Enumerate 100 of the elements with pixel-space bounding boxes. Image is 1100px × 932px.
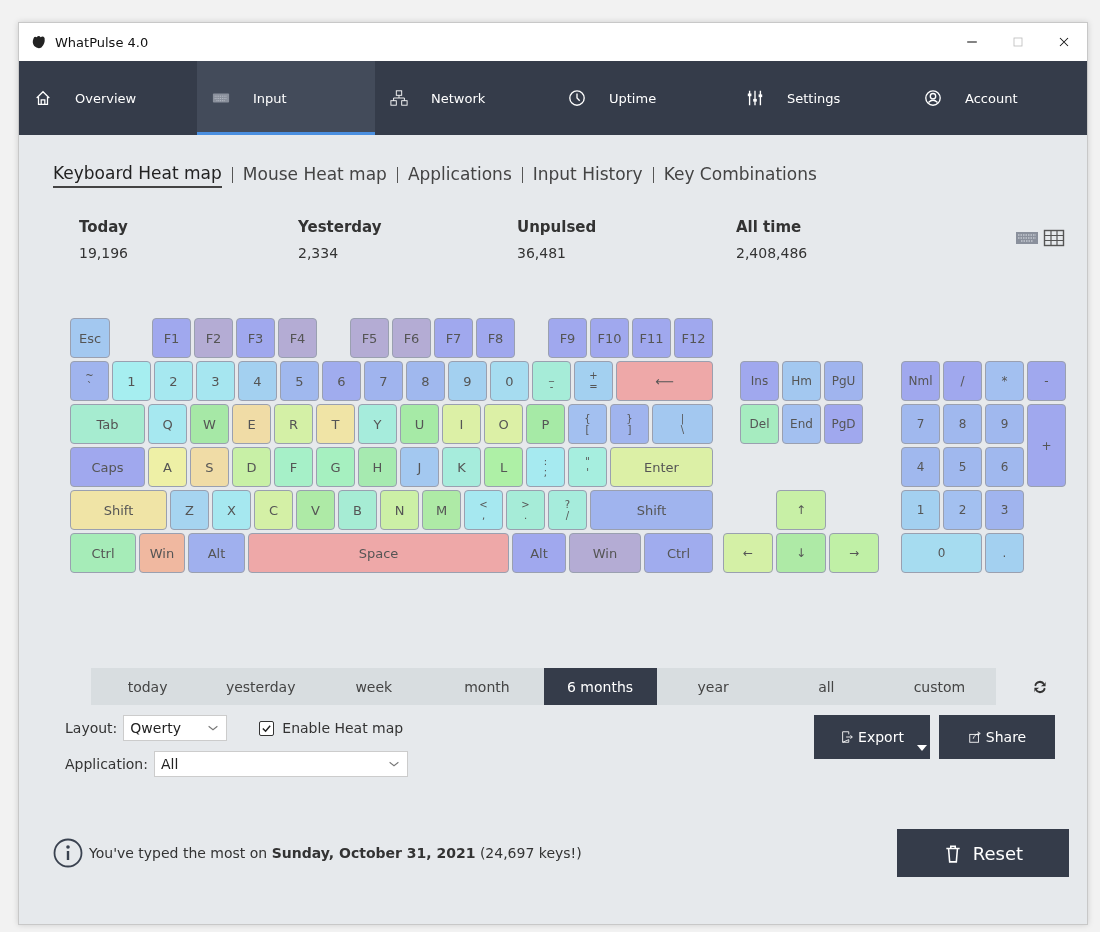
range-tab[interactable]: 6 months <box>543 668 657 705</box>
keyboard-key: C <box>254 490 293 530</box>
keyboard-key: < , <box>464 490 503 530</box>
keyboard-key: + <box>1027 404 1066 487</box>
keyboard-key: F3 <box>236 318 275 358</box>
reset-button[interactable]: Reset <box>897 829 1069 877</box>
nav-tab[interactable]: Settings <box>731 61 909 135</box>
keyboard-key: Q <box>148 404 187 444</box>
keyboard-key: End <box>782 404 821 444</box>
keyboard-key: 8 <box>943 404 982 444</box>
stat-value: 36,481 <box>517 245 567 261</box>
share-icon <box>967 730 982 744</box>
caret-icon <box>917 745 927 751</box>
sub-tab[interactable]: Mouse Heat map <box>242 162 387 187</box>
keyboard-key: S <box>190 447 229 487</box>
sub-tab[interactable]: Keyboard Heat map <box>53 161 222 188</box>
field-label: Application: <box>65 756 148 772</box>
range-tab[interactable]: today <box>91 668 205 705</box>
keyboard-key: - <box>1027 361 1066 401</box>
range-tab[interactable]: year <box>656 668 770 705</box>
sub-tab[interactable]: Input History <box>532 162 643 187</box>
keyboard-key: 5 <box>943 447 982 487</box>
keyboard-key: 6 <box>322 361 361 401</box>
keyboard-key: Enter <box>610 447 713 487</box>
table-view-icon[interactable] <box>1043 228 1065 248</box>
keyboard-key: PgU <box>824 361 863 401</box>
export-button[interactable]: Export <box>814 715 930 759</box>
keyboard-key: 3 <box>196 361 235 401</box>
user-icon <box>923 89 943 107</box>
keyboard-key: _ - <box>532 361 571 401</box>
keyboard-key: F7 <box>434 318 473 358</box>
keyboard-key: ← <box>723 533 773 573</box>
checkbox-label: Enable Heat map <box>282 720 404 736</box>
keyboard-key: X <box>212 490 251 530</box>
keyboard-key: 2 <box>943 490 982 530</box>
stat-label: All time <box>736 218 803 236</box>
range-tab[interactable]: yesterday <box>204 668 318 705</box>
share-button[interactable]: Share <box>939 715 1055 759</box>
keyboard-key: 4 <box>238 361 277 401</box>
keyboard-key: Y <box>358 404 397 444</box>
range-tab[interactable]: custom <box>882 668 996 705</box>
nav-tab[interactable]: Overview <box>19 61 197 135</box>
keyboard-key: / <box>943 361 982 401</box>
keyboard-key: ↓ <box>776 533 826 573</box>
keyboard-key: I <box>442 404 481 444</box>
keyboard-key: Del <box>740 404 779 444</box>
range-tab[interactable]: all <box>769 668 883 705</box>
keyboard-key: " ' <box>568 447 607 487</box>
keyboard-key: 1 <box>112 361 151 401</box>
keyboard-key: → <box>829 533 879 573</box>
stat-label: Unpulsed <box>517 218 598 236</box>
keyboard-key: T <box>316 404 355 444</box>
dropdown[interactable]: Qwerty <box>123 715 228 741</box>
range-tab[interactable]: week <box>317 668 431 705</box>
stat-value: 19,196 <box>79 245 129 261</box>
keyboard-key: R <box>274 404 313 444</box>
sub-tab[interactable]: Applications <box>407 162 512 187</box>
keyboard-key: ↑ <box>776 490 826 530</box>
keyboard-key: F10 <box>590 318 629 358</box>
home-icon <box>33 89 53 107</box>
keyboard-key: 9 <box>985 404 1024 444</box>
nav-tab[interactable]: Uptime <box>553 61 731 135</box>
keyboard-key: Shift <box>70 490 167 530</box>
range-tab[interactable]: month <box>430 668 544 705</box>
nav-tab[interactable]: Network <box>375 61 553 135</box>
keyboard-key: ⟵ <box>616 361 713 401</box>
window-title: WhatPulse 4.0 <box>55 34 150 50</box>
field-label: Layout: <box>65 720 118 736</box>
keyboard-key: Nml <box>901 361 940 401</box>
keyboard-key: Alt <box>188 533 245 573</box>
keyboard-key: 2 <box>154 361 193 401</box>
nav-tab[interactable]: Input <box>197 61 375 135</box>
keyboard-key: V <box>296 490 335 530</box>
stat-value: 2,408,486 <box>736 245 809 261</box>
stat-label: Today <box>79 218 129 236</box>
keyboard-key: Ctrl <box>644 533 713 573</box>
keyboard-key: F6 <box>392 318 431 358</box>
keyboard-key: Alt <box>512 533 566 573</box>
keyboard-key: F1 <box>152 318 191 358</box>
keyboard-key: Win <box>139 533 185 573</box>
keyboard-key: 5 <box>280 361 319 401</box>
app-logo-icon <box>31 34 47 50</box>
keyboard-key: P <box>526 404 565 444</box>
keyboard-key: . <box>985 533 1024 573</box>
dropdown[interactable]: All <box>153 751 408 777</box>
nav-tab[interactable]: Account <box>909 61 1087 135</box>
keyboard-key: 1 <box>901 490 940 530</box>
keyboard-key: D <box>232 447 271 487</box>
refresh-icon[interactable] <box>1032 678 1048 695</box>
keyboard-key: 0 <box>490 361 529 401</box>
keyboard-key: F4 <box>278 318 317 358</box>
keyboard-key: F9 <box>548 318 587 358</box>
keyboard-key: F5 <box>350 318 389 358</box>
keyboard-key: 8 <box>406 361 445 401</box>
keyboard-key: 3 <box>985 490 1024 530</box>
checkbox[interactable] <box>259 720 275 736</box>
keyboard-key: : ; <box>526 447 565 487</box>
sub-tab[interactable]: Key Combinations <box>663 162 817 187</box>
keyboard-key: { [ <box>568 404 607 444</box>
info-icon <box>53 838 83 868</box>
